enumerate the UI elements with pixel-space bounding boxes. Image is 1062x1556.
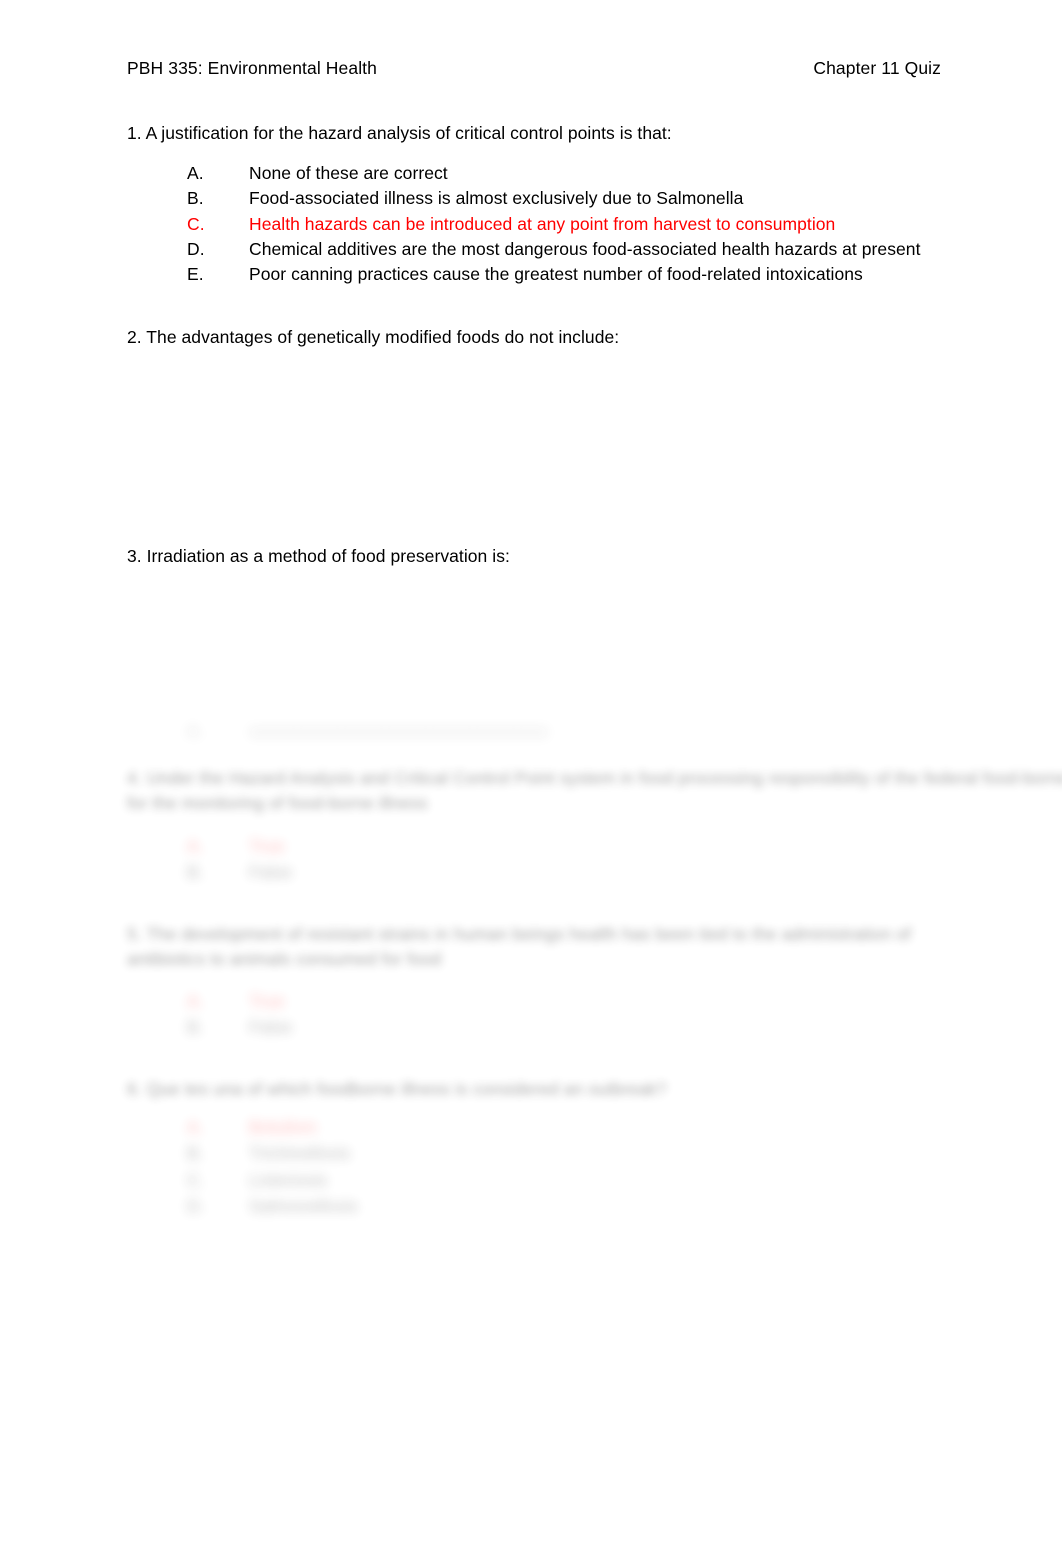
option-row: D. Salmonellosis — [127, 1193, 627, 1219]
document-header: PBH 335: Environmental Health Chapter 11… — [127, 58, 941, 80]
option-row-correct: A. True — [127, 833, 627, 859]
obscured-question-5-line1: 5. The development of resistant strains … — [127, 924, 911, 944]
course-title: PBH 335: Environmental Health — [127, 58, 377, 78]
option-text: None of these are correct — [249, 162, 448, 183]
option-row-correct[interactable]: C. Health hazards can be introduced at a… — [127, 212, 920, 237]
option-row-correct: A. True — [127, 988, 627, 1014]
option-letter: A. — [187, 721, 204, 741]
question-1-options: A. None of these are correct B. Food-ass… — [127, 161, 920, 288]
option-row: C. Listeriosis — [127, 1167, 627, 1193]
option-text: Salmonellosis — [249, 1195, 358, 1216]
option-letter: B. — [187, 188, 204, 209]
question-1: 1. A justification for the hazard analys… — [127, 122, 920, 288]
obscured-question-5-line2: antibiotics to animals consumed for food — [127, 949, 442, 970]
option-text: Botulism — [249, 1117, 317, 1137]
option-letter: B. — [187, 862, 204, 883]
question-2-prompt: 2. The advantages of genetically modifie… — [127, 327, 620, 347]
option-text: Chemical additives are the most dangerou… — [249, 238, 921, 259]
option-row[interactable]: E. Poor canning practices cause the grea… — [127, 262, 920, 287]
option-letter: A. — [187, 162, 204, 183]
option-letter: D. — [187, 1195, 205, 1216]
option-row[interactable]: A. None of these are correct — [127, 161, 920, 186]
option-letter: C. — [187, 213, 205, 234]
option-letter: A. — [187, 1117, 204, 1137]
option-row: B. False — [127, 859, 627, 885]
question-3-prompt: 3. Irradiation as a method of food prese… — [127, 546, 510, 566]
option-text: Poor canning practices cause the greates… — [249, 264, 863, 285]
quiz-title: Chapter 11 Quiz — [813, 58, 941, 78]
option-letter: C. — [187, 1169, 205, 1190]
option-letter: A. — [187, 991, 204, 1011]
obscured-question-5: 5. The development of resistant strains … — [127, 922, 911, 973]
option-text: Food-associated illness is almost exclus… — [249, 188, 744, 209]
option-text: False — [249, 862, 293, 883]
option-text: True — [249, 836, 285, 856]
obscured-question-5-options: A. True B. False — [127, 988, 627, 1041]
option-row: A. xxxxxxxxxxxxxxxxxxxxxxxxxxxxxxxxxx — [127, 718, 957, 744]
option-letter: E. — [187, 264, 204, 285]
question-1-prompt: 1. A justification for the hazard analys… — [127, 123, 672, 143]
option-text: Listeriosis — [249, 1169, 328, 1190]
question-3: 3. Irradiation as a method of food prese… — [127, 545, 510, 568]
option-text: xxxxxxxxxxxxxxxxxxxxxxxxxxxxxxxxxx — [249, 721, 549, 741]
option-text: Health hazards can be introduced at any … — [249, 213, 836, 234]
obscured-question-4-line1: 4. Under the Hazard Analysis and Critica… — [127, 768, 1062, 788]
option-letter: D. — [187, 238, 205, 259]
option-letter: A. — [187, 836, 204, 856]
obscured-question-4-options: A. True B. False — [127, 833, 627, 886]
document-page: PBH 335: Environmental Health Chapter 11… — [0, 0, 1062, 1556]
obscured-ghost-line: A. xxxxxxxxxxxxxxxxxxxxxxxxxxxxxxxxxx — [127, 718, 957, 744]
option-row-correct: A. Botulism — [127, 1114, 627, 1140]
option-letter: B. — [187, 1143, 204, 1164]
question-2: 2. The advantages of genetically modifie… — [127, 326, 619, 349]
obscured-question-4: 4. Under the Hazard Analysis and Critica… — [127, 766, 1062, 817]
obscured-question-6: 6. Que tes una of which foodborne illnes… — [127, 1077, 727, 1102]
obscured-question-6-line1: 6. Que tes una of which foodborne illnes… — [127, 1079, 667, 1099]
option-row: B. Trichinellosis — [127, 1140, 627, 1166]
option-text: True — [249, 991, 285, 1011]
option-row: B. False — [127, 1014, 627, 1040]
option-letter: B. — [187, 1017, 204, 1038]
option-text: False — [249, 1017, 293, 1038]
option-text: Trichinellosis — [249, 1143, 351, 1164]
obscured-question-4-line2: for the monitoring of food-borne illness — [127, 793, 428, 814]
option-row[interactable]: B. Food-associated illness is almost exc… — [127, 186, 920, 211]
option-row[interactable]: D. Chemical additives are the most dange… — [127, 237, 920, 262]
obscured-question-6-options: A. Botulism B. Trichinellosis C. Listeri… — [127, 1114, 627, 1219]
